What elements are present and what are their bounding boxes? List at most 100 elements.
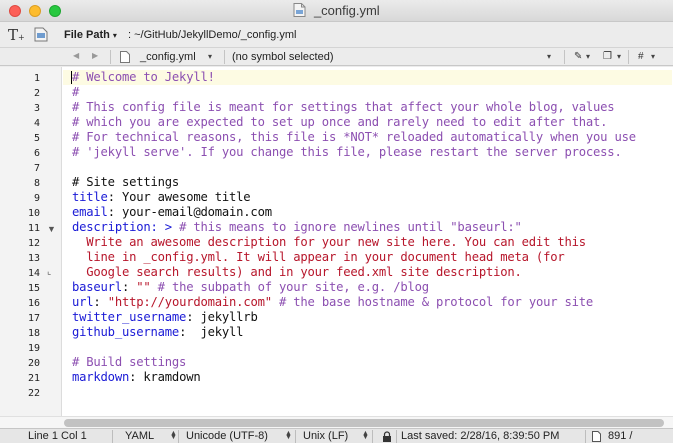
code-line-16: url: "http://yourdomain.com" # the base …	[72, 295, 593, 310]
chevron-down-icon[interactable]: ▾	[651, 52, 655, 61]
divider	[396, 430, 397, 443]
line-number: 8	[33, 178, 40, 189]
document-size: 891 /	[608, 430, 633, 442]
code-line-2: #	[72, 85, 79, 100]
language-selector[interactable]: YAML	[125, 430, 154, 442]
code-line-15: baseurl: "" # the subpath of your site, …	[72, 280, 429, 295]
up-down-arrows-icon: ▲ ▼	[362, 430, 369, 441]
code-value: : Your awesome title	[107, 190, 251, 204]
code-key: email	[72, 205, 108, 219]
up-down-arrows-icon: ▲ ▼	[285, 430, 292, 441]
navigation-bar: ◀ ▶ _config.yml ▾ (no symbol selected) ▾…	[0, 48, 673, 66]
forward-arrow-icon[interactable]: ▶	[92, 51, 98, 60]
code-line-13: line in _config.yml. It will appear in y…	[72, 250, 565, 265]
text-tool-sub-glyph: +	[18, 33, 25, 42]
line-number: 16	[27, 298, 40, 309]
line-number: 1	[33, 73, 40, 84]
line-number: 14	[27, 268, 40, 279]
file-path-value: : ~/GitHub/JekyllDemo/_config.yml	[128, 29, 297, 41]
divider	[110, 50, 111, 64]
code-line-12: Write an awesome description for your ne…	[72, 235, 586, 250]
code-line-17: twitter_username: jekyllrb	[72, 310, 258, 325]
divider	[628, 50, 629, 64]
code-string: Google search results) and in your feed.…	[72, 265, 522, 279]
code-line-10: email: your-email@domain.com	[72, 205, 272, 220]
divider	[585, 430, 586, 443]
line-number: 9	[33, 193, 40, 204]
code-comment: # the subpath of your site, e.g. /blog	[150, 280, 429, 294]
cursor-position[interactable]: Line 1 Col 1	[28, 430, 87, 442]
code-comment: # this means to ignore newlines until "b…	[171, 220, 522, 234]
file-selector[interactable]: _config.yml	[140, 51, 196, 63]
lock-icon[interactable]	[382, 431, 392, 442]
pen-icon[interactable]: ✎	[574, 51, 582, 62]
line-number: 18	[27, 328, 40, 339]
code-line-3: # This config file is meant for settings…	[72, 100, 615, 115]
code-value: : your-email@domain.com	[107, 205, 272, 219]
code-colon: :	[121, 280, 137, 294]
code-editor[interactable]: 1 2 3 4 5 6 7 8 9 10 11 12 13 14 15 16 1…	[0, 67, 673, 416]
scrollbar-thumb[interactable]	[64, 419, 664, 427]
chevron-down-icon[interactable]: ▾	[586, 52, 590, 61]
line-number: 5	[33, 133, 40, 144]
pages-icon[interactable]: ❐	[603, 51, 612, 62]
document-stats-icon	[592, 431, 601, 442]
window-title-group: _config.yml	[0, 3, 673, 18]
code-value: : kramdown	[129, 370, 201, 384]
code-string: Write an awesome description for your ne…	[72, 235, 586, 249]
code-comment: # Build settings	[72, 355, 187, 369]
code-key: url	[72, 295, 94, 309]
code-line-18: github_username: jekyll	[72, 325, 244, 340]
code-operator: : >	[150, 220, 173, 234]
code-token: # This config file is meant for settings…	[72, 100, 615, 114]
divider	[372, 430, 373, 443]
divider	[295, 430, 296, 443]
code-line-14: Google search results) and in your feed.…	[72, 265, 522, 280]
file-path-menu[interactable]: File Path ▾	[64, 29, 117, 41]
text-tool-glyph: T	[8, 26, 19, 44]
chevron-down-icon[interactable]: ▾	[208, 52, 212, 61]
chevron-down-icon[interactable]: ▾	[617, 52, 621, 61]
symbol-selector[interactable]: (no symbol selected)	[232, 51, 334, 63]
divider	[224, 50, 225, 64]
code-string: "http://yourdomain.com"	[107, 295, 272, 309]
encoding-selector[interactable]: Unicode (UTF-8)	[186, 430, 268, 442]
line-number-gutter: 1 2 3 4 5 6 7 8 9 10 11 12 13 14 15 16 1…	[0, 67, 62, 416]
horizontal-scrollbar[interactable]	[0, 416, 673, 428]
file-path-label: File Path	[64, 29, 110, 41]
title-bar: _config.yml	[0, 0, 673, 22]
line-number: 11	[27, 223, 40, 234]
text-options-icon[interactable]: T+	[8, 26, 25, 44]
line-number: 19	[27, 343, 40, 354]
file-icon	[120, 51, 130, 63]
document-script-icon[interactable]	[34, 27, 48, 42]
hash-icon[interactable]: #	[638, 51, 644, 62]
chevron-down-icon: ▾	[112, 31, 117, 40]
line-number: 12	[27, 238, 40, 249]
line-number: 3	[33, 103, 40, 114]
code-string: line in _config.yml. It will appear in y…	[72, 250, 565, 264]
code-value: : jekyllrb	[186, 310, 258, 324]
chevron-down-icon[interactable]: ▾	[547, 52, 551, 61]
line-number: 20	[27, 358, 40, 369]
line-number: 4	[33, 118, 40, 129]
divider	[564, 50, 565, 64]
back-arrow-icon[interactable]: ◀	[73, 51, 79, 60]
line-number: 17	[27, 313, 40, 324]
code-key: twitter_username	[72, 310, 187, 324]
line-number: 13	[27, 253, 40, 264]
line-number: 21	[27, 373, 40, 384]
line-endings-selector[interactable]: Unix (LF)	[303, 430, 348, 442]
code-token: # which you are expected to set up once …	[72, 115, 608, 129]
last-saved: Last saved: 2/28/16, 8:39:50 PM	[401, 430, 560, 442]
code-key: title	[72, 190, 108, 204]
code-line-1: # Welcome to Jekyll!	[72, 70, 215, 85]
code-line-6: # 'jekyll serve'. If you change this fil…	[72, 145, 622, 160]
code-token: # 'jekyll serve'. If you change this fil…	[72, 145, 622, 159]
fold-open-icon[interactable]: ▼	[47, 224, 56, 234]
code-token: # Site settings	[72, 175, 180, 189]
fold-close-icon[interactable]: ⌞	[47, 266, 51, 277]
code-key: baseurl	[72, 280, 122, 294]
toolbar: T+ File Path ▾ : ~/GitHub/JekyllDemo/_co…	[0, 22, 673, 48]
line-number: 7	[33, 163, 40, 174]
